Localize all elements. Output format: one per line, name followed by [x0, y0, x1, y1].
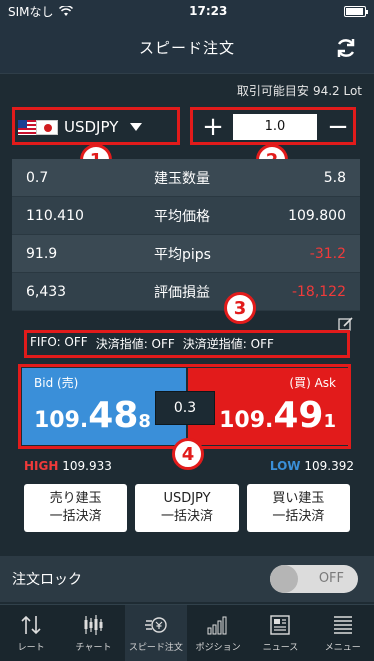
available-lot: 取引可能目安 94.2 Lot — [236, 84, 362, 98]
stat-row: 110.410 平均価格 109.800 — [12, 197, 360, 235]
wifi-icon — [58, 5, 73, 16]
limit-setting: 決済指値: OFF — [95, 337, 175, 351]
currency-flags-icon — [18, 119, 58, 135]
close-all-pair-button[interactable]: USDJPY 一括決済 — [135, 484, 239, 532]
high-value: HIGH 109.933 — [24, 459, 112, 473]
tab-speed-order[interactable]: スピード注文 — [124, 605, 187, 661]
tab-chart[interactable]: チャート — [62, 605, 124, 661]
tab-rate[interactable]: レート — [0, 605, 62, 661]
stop-setting: 決済逆指値: OFF — [182, 337, 274, 351]
position-icon — [207, 616, 227, 634]
tab-bar: レート チャート スピード注文 ポジション ニュース メニュー — [0, 604, 374, 661]
carrier-label: SIMなし — [8, 4, 54, 19]
toggle-knob — [270, 565, 298, 593]
status-bar: SIMなし 17:23 — [0, 0, 374, 22]
bulk-close-actions: 売り建玉 一括決済 USDJPY 一括決済 買い建玉 一括決済 — [24, 484, 350, 532]
annotation-badge-3: 3 — [224, 292, 256, 324]
quantity-minus-button[interactable]: − — [320, 112, 356, 142]
menu-icon — [333, 615, 352, 634]
nav-bar: スピード注文 — [0, 22, 374, 74]
stat-row: 0.7 建玉数量 5.8 — [12, 159, 360, 197]
ask-label: (買) Ask — [289, 376, 336, 390]
page-title: スピード注文 — [138, 39, 235, 57]
fifo-setting: FIFO: OFF — [30, 335, 88, 349]
currency-pair-label: USDJPY — [64, 118, 119, 136]
chevron-down-icon — [130, 123, 143, 131]
tab-news[interactable]: ニュース — [249, 605, 311, 661]
rate-icon — [21, 615, 41, 634]
toggle-state: OFF — [318, 571, 344, 586]
chart-icon — [84, 614, 103, 635]
speed-order-panel: 取引可能目安94.2 Lot USDJPY + 1.0 − 1 2 0.7 建玉… — [0, 74, 374, 546]
speed-order-icon — [144, 616, 167, 633]
quantity-input[interactable]: 1.0 — [233, 114, 317, 140]
spread-value: 0.3 — [155, 391, 215, 425]
order-settings[interactable]: FIFO: OFF 決済指値: OFF 決済逆指値: OFF — [30, 335, 350, 352]
high-low: HIGH 109.933 LOW 109.392 — [24, 459, 354, 473]
stat-row: 6,433 評価損益 -18,122 — [12, 273, 360, 311]
order-lock-label: 注文ロック — [12, 572, 82, 588]
tab-menu[interactable]: メニュー — [312, 605, 374, 661]
close-all-buy-button[interactable]: 買い建玉 一括決済 — [246, 484, 350, 532]
clock: 17:23 — [189, 4, 228, 18]
close-all-sell-button[interactable]: 売り建玉 一括決済 — [24, 484, 128, 532]
tab-position[interactable]: ポジション — [187, 605, 249, 661]
refresh-icon[interactable] — [334, 36, 358, 60]
jp-flag-icon — [36, 119, 58, 135]
order-lock-bar: 注文ロック OFF — [0, 556, 374, 602]
quantity-plus-button[interactable]: + — [195, 112, 231, 142]
battery-icon — [344, 5, 368, 17]
order-lock-toggle[interactable]: OFF — [270, 565, 358, 593]
position-stats: 0.7 建玉数量 5.8 110.410 平均価格 109.800 91.9 平… — [12, 159, 360, 311]
stat-row: 91.9 平均pips -31.2 — [12, 235, 360, 273]
bid-label: Bid (売) — [34, 376, 79, 390]
news-icon — [270, 614, 291, 635]
low-value: LOW 109.392 — [269, 459, 354, 473]
currency-selector[interactable]: USDJPY — [18, 112, 176, 142]
